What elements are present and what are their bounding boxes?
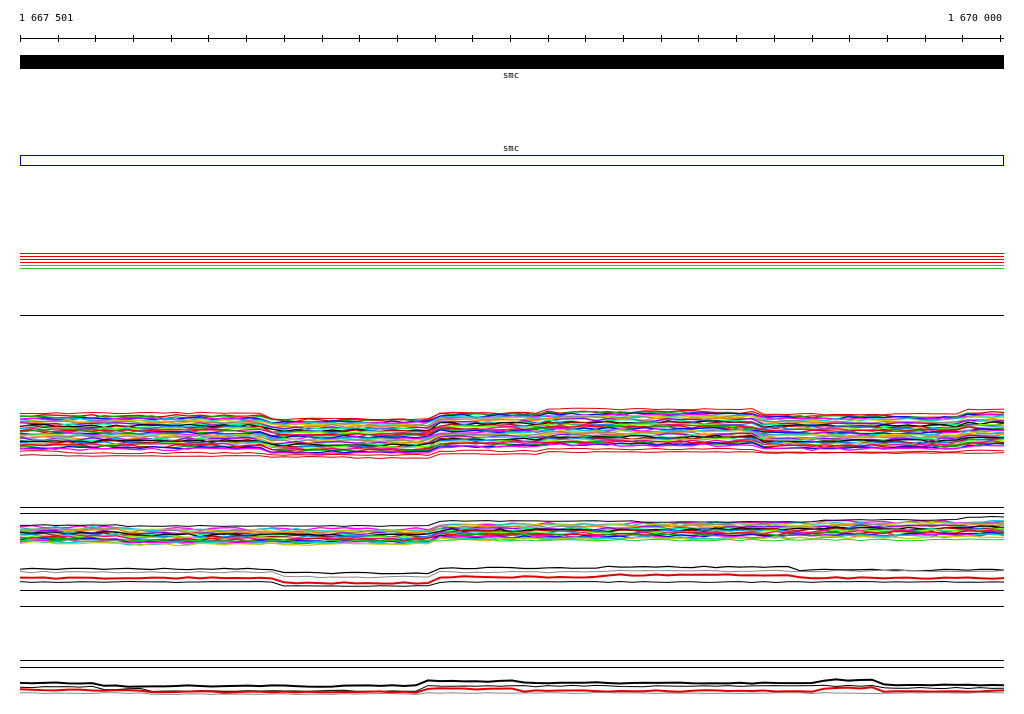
coordinate-ruler — [20, 35, 1004, 42]
coverage-track-4 — [19, 678, 1005, 695]
gene-feature-track1[interactable] — [20, 55, 1004, 69]
gene-feature-track2[interactable] — [20, 155, 1004, 166]
lower-envelope-line-2 — [19, 451, 1005, 460]
gene-label-track2: smc — [502, 144, 520, 154]
ruler-start-label: 1 667 501 — [19, 13, 74, 24]
coverage-line — [19, 569, 1005, 579]
multi-sample-signal-track — [19, 407, 1005, 460]
multi-sample-signal-track-2 — [19, 515, 1005, 547]
ruler-end-label: 1 670 000 — [947, 13, 1002, 24]
coverage-line — [19, 580, 1005, 587]
gene-label-track1: smc — [502, 71, 520, 81]
coverage-line — [19, 686, 1005, 694]
track-dividers — [20, 315, 1004, 668]
track-canvas — [19, 35, 1005, 695]
coverage-track-3 — [19, 565, 1005, 587]
flat-signal-track — [20, 253, 1004, 269]
genome-browser-view: { "ruler": { "start_label": "1 667 501",… — [0, 0, 1024, 714]
